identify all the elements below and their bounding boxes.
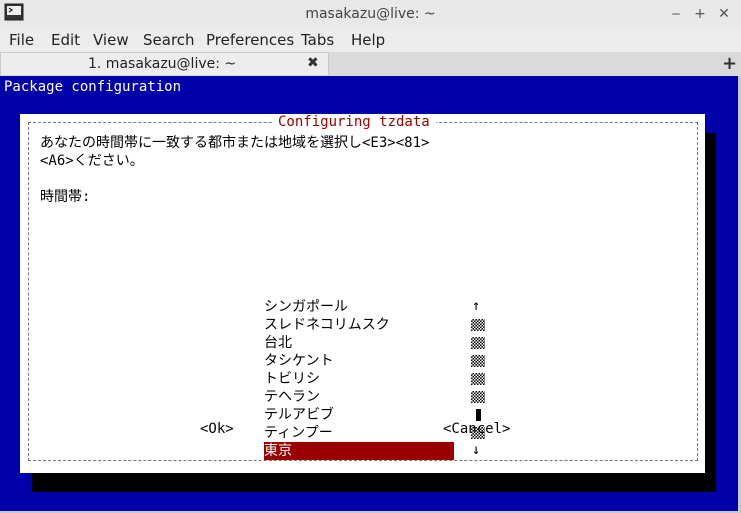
scrollbar-track[interactable] [471,373,485,385]
package-config-header: Package configuration [4,79,182,95]
tab-label: 1. masakazu@live: ~ [88,56,237,72]
menu-tabs[interactable]: Tabs [301,31,334,49]
cancel-button[interactable]: <Cancel> [443,421,510,437]
menu-view[interactable]: View [93,31,129,49]
title-bar: masakazu@live: ~ ‒ + ✕ [0,0,741,29]
menu-edit[interactable]: Edit [51,31,80,49]
tab-terminal-1[interactable]: 1. masakazu@live: ~ ✖ [0,52,329,75]
terminal-area[interactable]: Package configuration Configuring tzdata… [0,76,738,511]
scrollbar-track[interactable] [471,337,485,349]
menu-file[interactable]: File [9,31,34,49]
menu-preferences[interactable]: Preferences [206,31,294,49]
timezone-option-selected[interactable]: 東京 [264,442,454,460]
timezone-option[interactable]: 台北 [264,334,454,352]
timezone-option[interactable]: テルアビブ [264,406,454,424]
scroll-down-arrow-icon[interactable]: ↓ [472,442,480,458]
timezone-option[interactable]: トビリシ [264,370,454,388]
close-icon[interactable]: ✕ [714,4,734,24]
scrollbar-track[interactable] [471,391,485,403]
ok-button[interactable]: <Ok> [200,421,234,437]
menu-help[interactable]: Help [351,31,385,49]
scrollbar-thumb[interactable] [476,409,481,421]
window-title: masakazu@live: ~ [305,6,436,22]
timezone-option[interactable]: シンガポール [264,298,454,316]
timezone-label: 時間帯: [40,189,91,205]
dialog-title: Configuring tzdata [272,114,436,130]
menu-search[interactable]: Search [143,31,195,49]
tab-bar: 1. masakazu@live: ~ ✖ + [0,52,741,76]
minimize-icon[interactable]: ‒ [666,4,686,24]
maximize-icon[interactable]: + [690,4,710,24]
dialog-prompt-line2: <A6>ください。 [40,153,144,169]
dialog-prompt-line1: あなたの時間帯に一致する都市または地域を選択し<E3><81> [40,135,430,151]
scroll-up-arrow-icon[interactable]: ↑ [472,298,480,314]
new-tab-icon[interactable]: + [722,53,737,74]
timezone-option[interactable]: テヘラン [264,388,454,406]
timezone-option[interactable]: スレドネコリムスク [264,316,454,334]
menu-bar: File Edit View Search Preferences Tabs H… [0,28,741,52]
timezone-option[interactable]: ティンプー [264,424,454,442]
scrollbar-track[interactable] [471,319,485,331]
scrollbar-track[interactable] [471,355,485,367]
tzdata-dialog: Configuring tzdata あなたの時間帯に一致する都市または地域を選… [20,114,705,473]
timezone-option[interactable]: タシケント [264,352,454,370]
tab-close-icon[interactable]: ✖ [307,55,319,71]
